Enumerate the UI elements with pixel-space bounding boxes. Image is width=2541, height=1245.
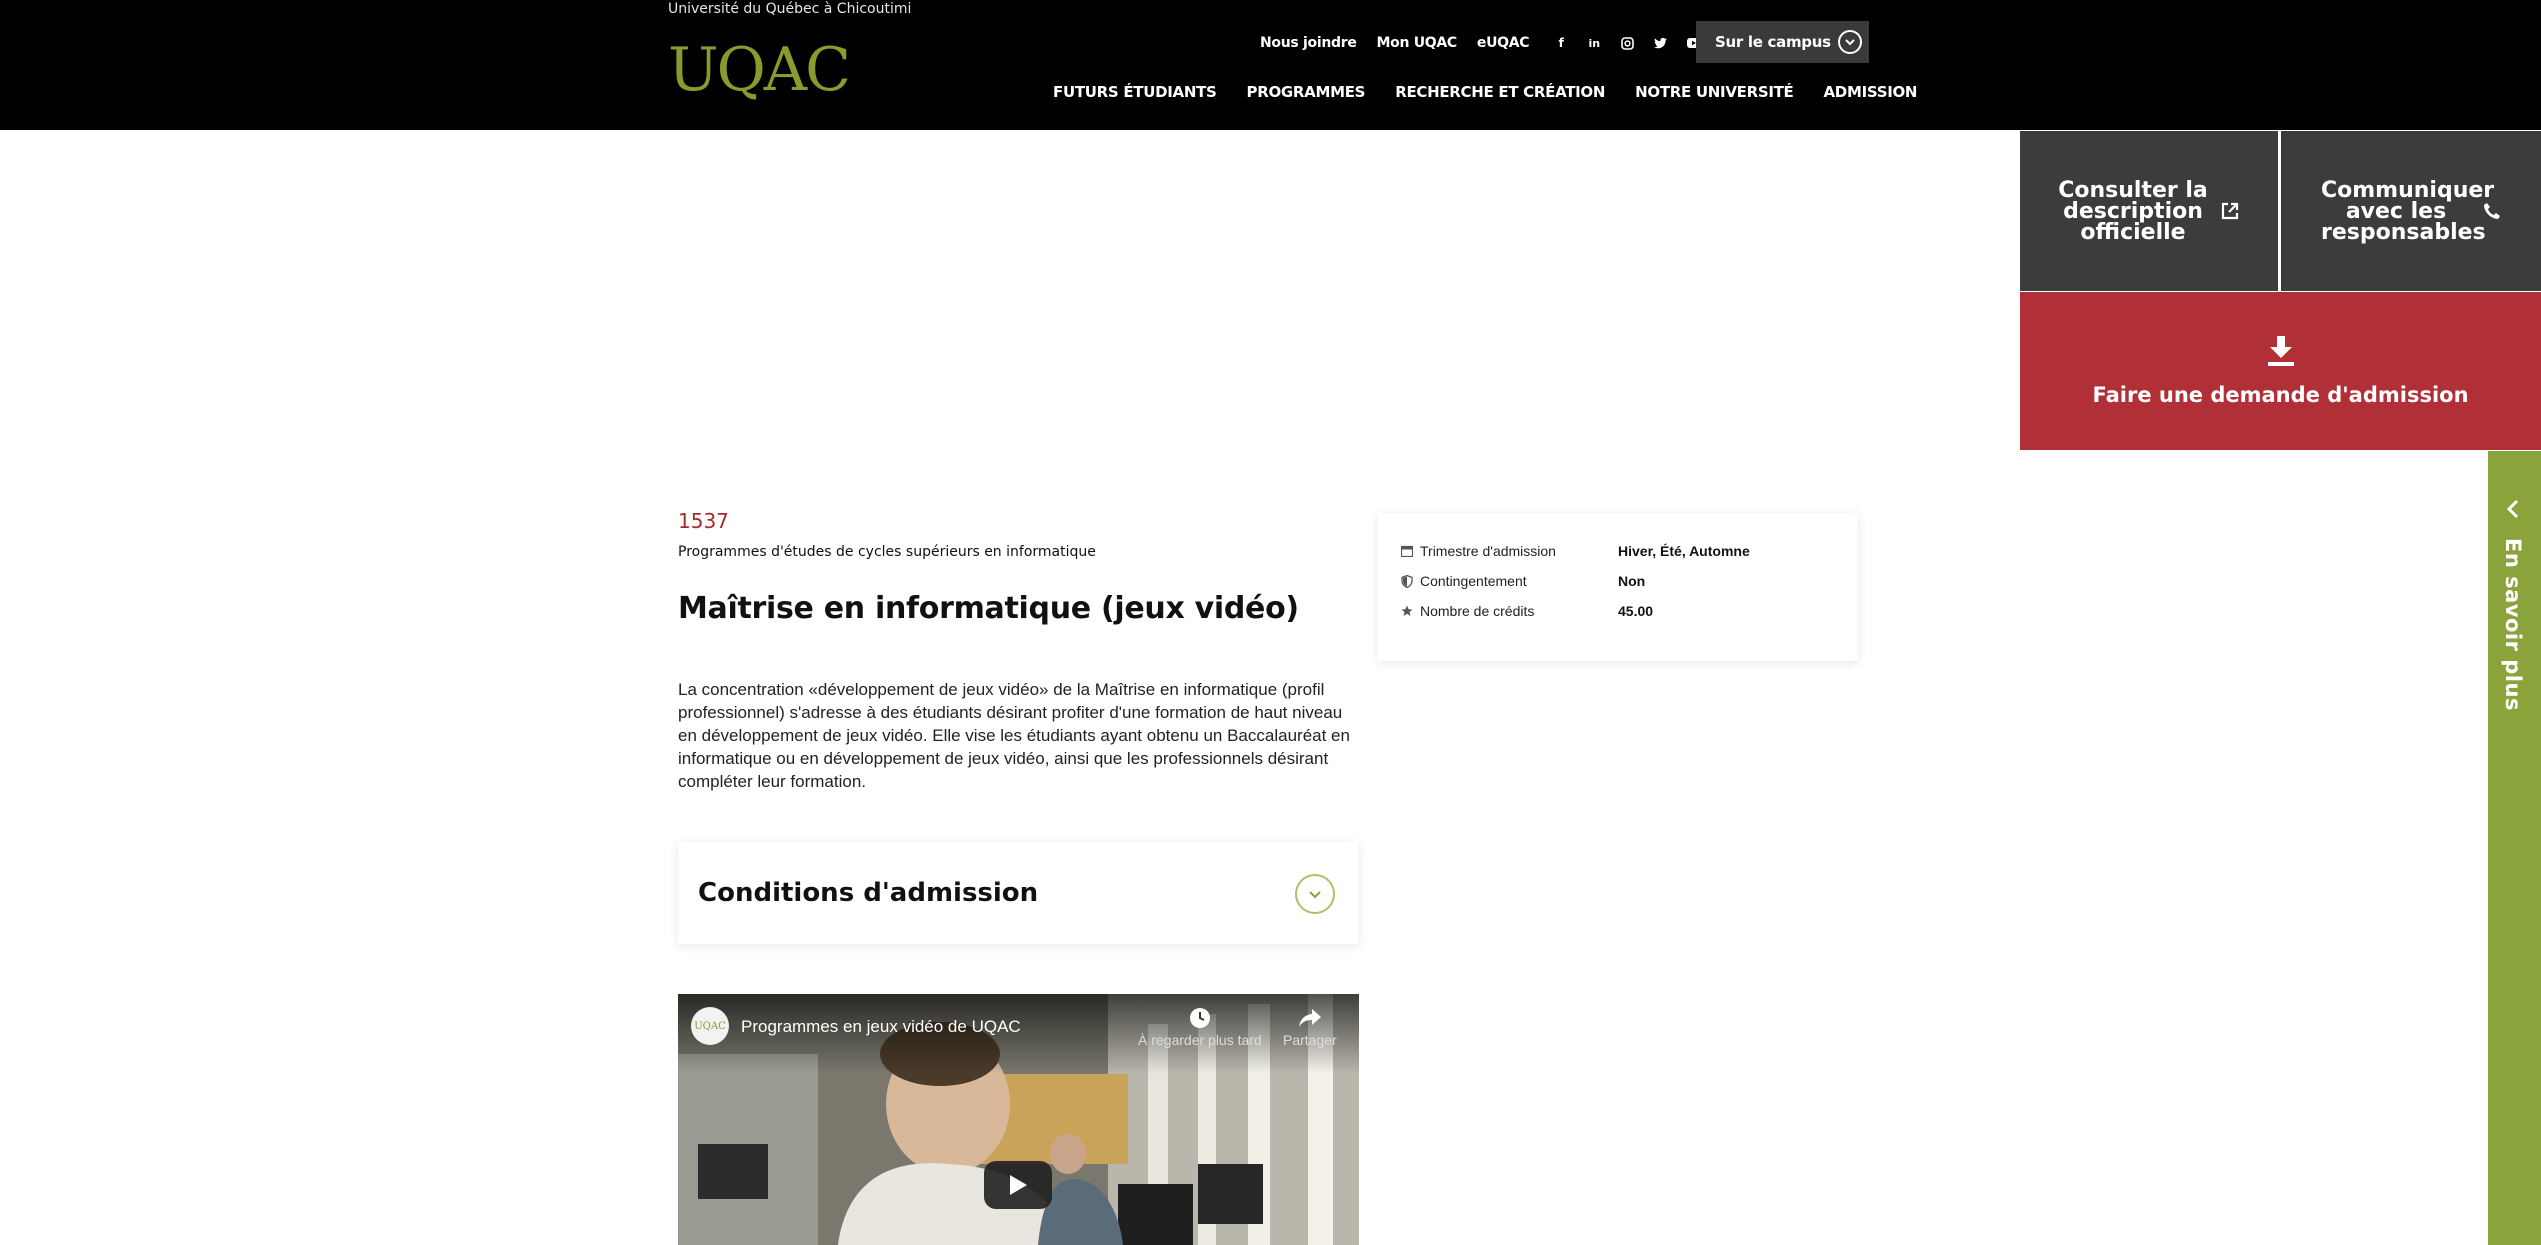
info-label: Nombre de crédits (1420, 603, 1535, 619)
info-row-trimestre: Trimestre d'admission Hiver, Été, Automn… (1400, 543, 1750, 559)
util-link-mon-uqac[interactable]: Mon UQAC (1377, 35, 1458, 51)
admission-conditions-accordion[interactable]: Conditions d'admission (678, 842, 1358, 944)
nav-recherche-creation[interactable]: RECHERCHE ET CRÉATION (1395, 83, 1605, 101)
info-value: Hiver, Été, Automne (1618, 543, 1750, 559)
instagram-icon[interactable] (1619, 35, 1635, 51)
phone-icon (2483, 202, 2501, 220)
utility-nav: Nous joindre Mon UQAC eUQAC f in (1260, 30, 1718, 56)
program-info-card: Trimestre d'admission Hiver, Été, Automn… (1378, 513, 1858, 661)
shield-icon (1400, 574, 1414, 588)
share-button[interactable]: Partager (1283, 1004, 1337, 1048)
facebook-icon[interactable]: f (1553, 35, 1569, 51)
external-link-icon (2220, 201, 2240, 221)
page-title: Maîtrise en informatique (jeux vidéo) (678, 591, 1299, 626)
play-button[interactable] (984, 1161, 1052, 1209)
channel-logo[interactable]: UQAC (691, 1007, 729, 1045)
apply-admission-label: Faire une demande d'admission (2092, 382, 2469, 407)
apply-admission-button[interactable]: Faire une demande d'admission (2020, 292, 2541, 450)
watch-later-label: À regarder plus tard (1138, 1032, 1262, 1048)
share-icon (1283, 1004, 1337, 1032)
university-name: Université du Québec à Chicoutimi (668, 1, 912, 17)
learn-more-label: En savoir plus (2501, 538, 2525, 711)
uqac-logo[interactable]: UQAC (668, 38, 851, 102)
play-icon (1010, 1175, 1027, 1195)
accordion-title: Conditions d'admission (698, 878, 1039, 908)
info-value: 45.00 (1618, 603, 1654, 619)
nav-admission[interactable]: ADMISSION (1824, 83, 1918, 101)
campus-button-label: Sur le campus (1715, 33, 1831, 51)
star-icon (1400, 604, 1414, 618)
program-category: Programmes d'études de cycles supérieurs… (678, 544, 1096, 560)
info-row-credits: Nombre de crédits 45.00 (1400, 603, 1653, 619)
official-description-button[interactable]: Consulter la description officielle (2020, 131, 2278, 291)
nav-programmes[interactable]: PROGRAMMES (1247, 83, 1366, 101)
chevron-down-icon (1837, 30, 1862, 54)
campus-dropdown-button[interactable]: Sur le campus (1696, 21, 1869, 63)
info-row-contingentement: Contingentement Non (1400, 573, 1645, 589)
download-icon (2267, 335, 2294, 371)
chevron-down-icon (1295, 874, 1335, 914)
nav-futurs-etudiants[interactable]: FUTURS ÉTUDIANTS (1053, 83, 1217, 101)
learn-more-side-tab[interactable]: En savoir plus (2488, 451, 2541, 1245)
official-description-label: Consulter la description officielle (2058, 177, 2208, 245)
linkedin-icon[interactable]: in (1586, 35, 1602, 51)
twitter-icon[interactable] (1652, 35, 1668, 51)
chevron-left-icon (2506, 499, 2520, 524)
util-link-euqac[interactable]: eUQAC (1477, 35, 1530, 51)
util-link-contact[interactable]: Nous joindre (1260, 35, 1357, 51)
site-header: Université du Québec à Chicoutimi UQAC N… (0, 0, 2541, 130)
main-nav: FUTURS ÉTUDIANTS PROGRAMMES RECHERCHE ET… (1053, 83, 1917, 101)
youtube-video-embed[interactable]: UQAC Programmes en jeux vidéo de UQAC À … (678, 994, 1359, 1245)
calendar-icon (1400, 544, 1414, 558)
watch-later-button[interactable]: À regarder plus tard (1138, 1004, 1262, 1048)
video-title[interactable]: Programmes en jeux vidéo de UQAC (741, 1017, 1021, 1037)
clock-icon (1138, 1004, 1262, 1032)
contact-managers-label: Communiquer avec les responsables (2321, 177, 2495, 245)
program-description: La concentration «développement de jeux … (678, 680, 1350, 791)
program-code: 1537 (678, 509, 729, 533)
share-label: Partager (1283, 1032, 1337, 1048)
info-label: Trimestre d'admission (1420, 543, 1556, 559)
info-label: Contingentement (1420, 573, 1527, 589)
nav-notre-universite[interactable]: NOTRE UNIVERSITÉ (1635, 83, 1794, 101)
contact-managers-button[interactable]: Communiquer avec les responsables (2281, 131, 2541, 291)
info-value: Non (1618, 573, 1646, 589)
